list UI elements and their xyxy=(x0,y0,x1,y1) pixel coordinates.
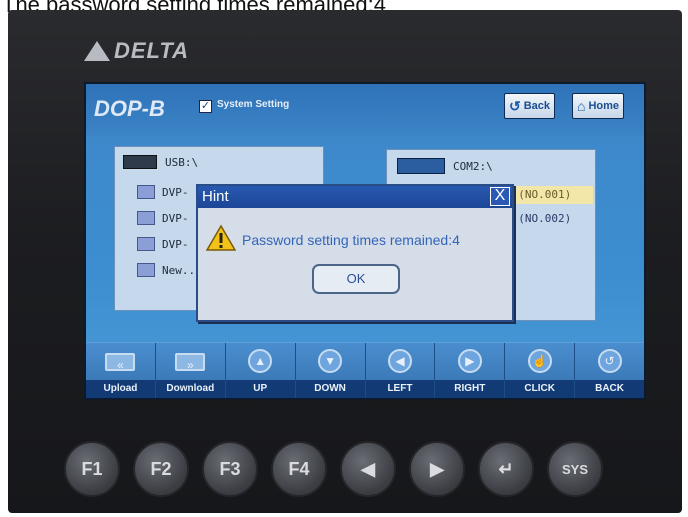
usb-file-item[interactable]: DVP- xyxy=(137,185,189,199)
usb-drive-row[interactable]: USB:\ xyxy=(123,155,198,169)
right-label: RIGHT xyxy=(435,380,505,398)
arrow-right-icon: ▶ xyxy=(457,349,482,373)
file-icon xyxy=(137,237,155,251)
file-icon xyxy=(137,263,155,277)
left-button[interactable]: ◀ LEFT xyxy=(365,343,436,398)
click-button[interactable]: ☝ CLICK xyxy=(505,343,576,398)
back-button-label: Back xyxy=(523,100,551,112)
download-icon: » xyxy=(175,353,206,372)
home-button-label: Home xyxy=(588,100,620,112)
usb-file-item[interactable]: DVP- xyxy=(137,211,189,225)
usb-file-label: New.. xyxy=(162,263,196,277)
usb-file-item[interactable]: New.. xyxy=(137,263,195,277)
com-path: COM2:\ xyxy=(453,159,493,173)
dialog-body: Password setting times remained:4 OK xyxy=(198,208,512,322)
arrow-down-icon: ▼ xyxy=(318,349,343,373)
click-label: CLICK xyxy=(505,380,575,398)
usb-path: USB:\ xyxy=(165,155,199,169)
close-button[interactable]: X xyxy=(490,187,510,206)
f2-key[interactable]: F2 xyxy=(133,441,189,497)
dialog-title-bar: Hint X xyxy=(198,186,512,208)
screen-header: DOP-B ✓ System Setting ↺ Back ⌂ Home xyxy=(86,84,644,136)
file-icon xyxy=(137,185,155,199)
usb-drive-icon xyxy=(123,155,157,169)
usb-file-item[interactable]: DVP- xyxy=(137,237,189,251)
file-icon xyxy=(137,211,155,225)
up-button[interactable]: ▲ UP xyxy=(225,343,296,398)
hardware-keypad: F1 F2 F3 F4 ◀ ▶ ↵ SYS xyxy=(64,441,624,497)
screen-logo: DOP-B xyxy=(94,96,165,121)
upload-button[interactable]: « Upload xyxy=(86,343,156,398)
brand-name: DELTA xyxy=(114,38,190,63)
download-label: Download xyxy=(155,380,225,398)
dialog-title: Hint xyxy=(202,188,229,205)
back-arrow-icon: ↺ xyxy=(509,97,521,114)
bottom-toolbar: « Upload » Download ▲ UP ▼ DOWN ◀ LEFT ▶… xyxy=(86,342,644,398)
enter-key[interactable]: ↵ xyxy=(478,441,534,497)
dialog-message: Password setting times remained:4 xyxy=(242,232,460,248)
down-button[interactable]: ▼ DOWN xyxy=(295,343,366,398)
hint-dialog: Hint X Password setting times remained:4… xyxy=(196,184,514,322)
f4-key[interactable]: F4 xyxy=(271,441,327,497)
f3-key[interactable]: F3 xyxy=(202,441,258,497)
home-icon: ⌂ xyxy=(577,98,586,114)
warning-icon xyxy=(206,224,236,251)
down-label: DOWN xyxy=(295,380,365,398)
home-button[interactable]: ⌂ Home xyxy=(572,93,625,119)
return-icon: ↺ xyxy=(597,349,622,373)
hand-icon: ☝ xyxy=(527,349,552,373)
com-port-row[interactable]: COM2:\ xyxy=(397,158,493,174)
hmi-screen: DOP-B ✓ System Setting ↺ Back ⌂ Home USB… xyxy=(84,82,646,400)
back-toolbar-button[interactable]: ↺ BACK xyxy=(575,343,644,398)
screen-title: System Setting xyxy=(217,99,290,110)
arrow-up-icon: ▲ xyxy=(248,349,273,373)
com-device-label: 2 (NO.001) xyxy=(505,188,572,201)
ok-button[interactable]: OK xyxy=(312,264,400,294)
upload-icon: « xyxy=(105,353,136,372)
back-toolbar-label: BACK xyxy=(575,380,644,398)
upload-label: Upload xyxy=(86,380,155,398)
f1-key[interactable]: F1 xyxy=(64,441,120,497)
back-button[interactable]: ↺ Back xyxy=(504,93,556,119)
checkbox-icon: ✓ xyxy=(199,100,212,113)
brand-logo: DELTA xyxy=(84,38,189,64)
right-key[interactable]: ▶ xyxy=(409,441,465,497)
arrow-left-icon: ◀ xyxy=(387,349,412,373)
left-key[interactable]: ◀ xyxy=(340,441,396,497)
left-label: LEFT xyxy=(365,380,435,398)
delta-logo-icon xyxy=(84,41,110,61)
usb-file-label: DVP- xyxy=(162,185,189,199)
usb-file-label: DVP- xyxy=(162,237,189,251)
right-button[interactable]: ▶ RIGHT xyxy=(435,343,506,398)
download-button[interactable]: » Download xyxy=(155,343,226,398)
up-label: UP xyxy=(225,380,295,398)
com-device-label: 4 (NO.002) xyxy=(505,212,572,225)
usb-file-label: DVP- xyxy=(162,211,189,225)
sys-key[interactable]: SYS xyxy=(547,441,603,497)
com-port-icon xyxy=(397,158,445,174)
